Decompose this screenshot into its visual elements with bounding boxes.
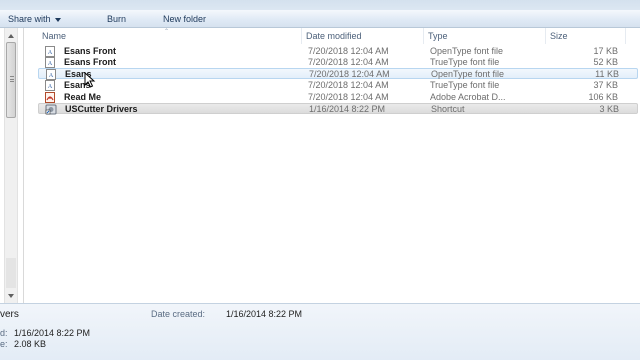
file-size: 106 KB — [588, 92, 618, 102]
file-size: 37 KB — [593, 80, 618, 90]
burn-button[interactable]: Burn — [107, 13, 126, 25]
new-folder-button[interactable]: New folder — [163, 13, 206, 25]
size-label: e: — [0, 339, 8, 349]
mouse-cursor-icon — [84, 72, 96, 88]
size-value: 2.08 KB — [14, 339, 47, 349]
file-date-modified: 7/20/2018 12:04 AM — [308, 92, 389, 102]
pdf-file-icon — [45, 92, 55, 103]
file-size: 11 KB — [595, 69, 619, 79]
svg-text:A: A — [49, 73, 54, 79]
file-row[interactable]: A Esans 7/20/2018 12:04 AM OpenType font… — [38, 68, 638, 80]
chevron-down-icon — [54, 17, 61, 22]
date-modified-value: 1/16/2014 8:22 PM — [14, 328, 91, 338]
column-header-size[interactable]: Size — [546, 28, 626, 44]
file-name: Read Me — [64, 92, 102, 102]
file-row[interactable]: Read Me 7/20/2018 12:04 AM Adobe Acrobat… — [38, 92, 638, 103]
window-top-strip — [0, 0, 640, 10]
file-type: Adobe Acrobat D... — [430, 92, 506, 102]
column-header-type[interactable]: Type — [424, 28, 546, 44]
column-header-row: ⌃ Name Date modified Type Size — [24, 28, 640, 44]
scrollbar-thumb[interactable] — [6, 42, 16, 118]
date-created-value: 1/16/2014 8:22 PM — [226, 309, 303, 319]
command-bar: Share with Burn New folder — [0, 10, 640, 28]
file-row[interactable]: A Esans Front 7/20/2018 12:04 AM OpenTyp… — [38, 46, 638, 57]
shortcut-icon — [45, 104, 57, 115]
file-type: OpenType font file — [431, 69, 505, 79]
file-row[interactable]: USCutter Drivers 1/16/2014 8:22 PM Short… — [38, 103, 638, 115]
file-date-modified: 7/20/2018 12:04 AM — [309, 69, 390, 79]
font-file-icon: A — [45, 80, 55, 91]
svg-text:A: A — [48, 50, 53, 56]
scroll-up-arrow-icon[interactable] — [8, 34, 14, 38]
file-row[interactable]: A Esans 7/20/2018 12:04 AM TrueType font… — [38, 80, 638, 91]
file-type: TrueType font file — [430, 80, 500, 90]
column-header-name[interactable]: Name — [38, 28, 302, 44]
file-date-modified: 7/20/2018 12:04 AM — [308, 46, 389, 56]
font-file-icon: A — [45, 57, 55, 68]
scroll-down-arrow-icon[interactable] — [8, 294, 14, 298]
file-size: 3 KB — [599, 104, 619, 114]
file-size: 17 KB — [593, 46, 618, 56]
file-date-modified: 7/20/2018 12:04 AM — [308, 80, 389, 90]
file-row[interactable]: A Esans Front 7/20/2018 12:04 AM TrueTyp… — [38, 57, 638, 68]
file-date-modified: 1/16/2014 8:22 PM — [309, 104, 386, 114]
navigation-scrollbar[interactable] — [4, 28, 18, 304]
file-size: 52 KB — [593, 57, 618, 67]
file-type: TrueType font file — [430, 57, 500, 67]
file-type: OpenType font file — [430, 46, 504, 56]
font-file-icon: A — [45, 46, 55, 57]
file-name: Esans Front — [64, 57, 117, 67]
file-name: Esans Front — [64, 46, 117, 56]
share-with-label: Share with — [8, 14, 51, 24]
share-with-button[interactable]: Share with — [8, 13, 61, 25]
date-created-label: Date created: — [151, 309, 206, 319]
svg-text:A: A — [48, 61, 53, 67]
font-file-icon: A — [46, 69, 56, 80]
scrollbar-track[interactable] — [6, 258, 16, 288]
date-modified-label: d: — [0, 328, 8, 338]
navigation-pane — [0, 28, 24, 304]
column-header-date-modified[interactable]: Date modified — [302, 28, 424, 44]
file-name: Esans — [64, 80, 91, 90]
grip-icon — [10, 76, 14, 82]
svg-text:A: A — [48, 84, 53, 90]
file-date-modified: 7/20/2018 12:04 AM — [308, 57, 389, 67]
file-name: USCutter Drivers — [65, 104, 138, 114]
details-item-name: vers — [0, 309, 19, 320]
details-pane: vers Date created: 1/16/2014 8:22 PM d: … — [0, 303, 640, 360]
file-type: Shortcut — [431, 104, 465, 114]
file-name: Esans — [65, 69, 92, 79]
